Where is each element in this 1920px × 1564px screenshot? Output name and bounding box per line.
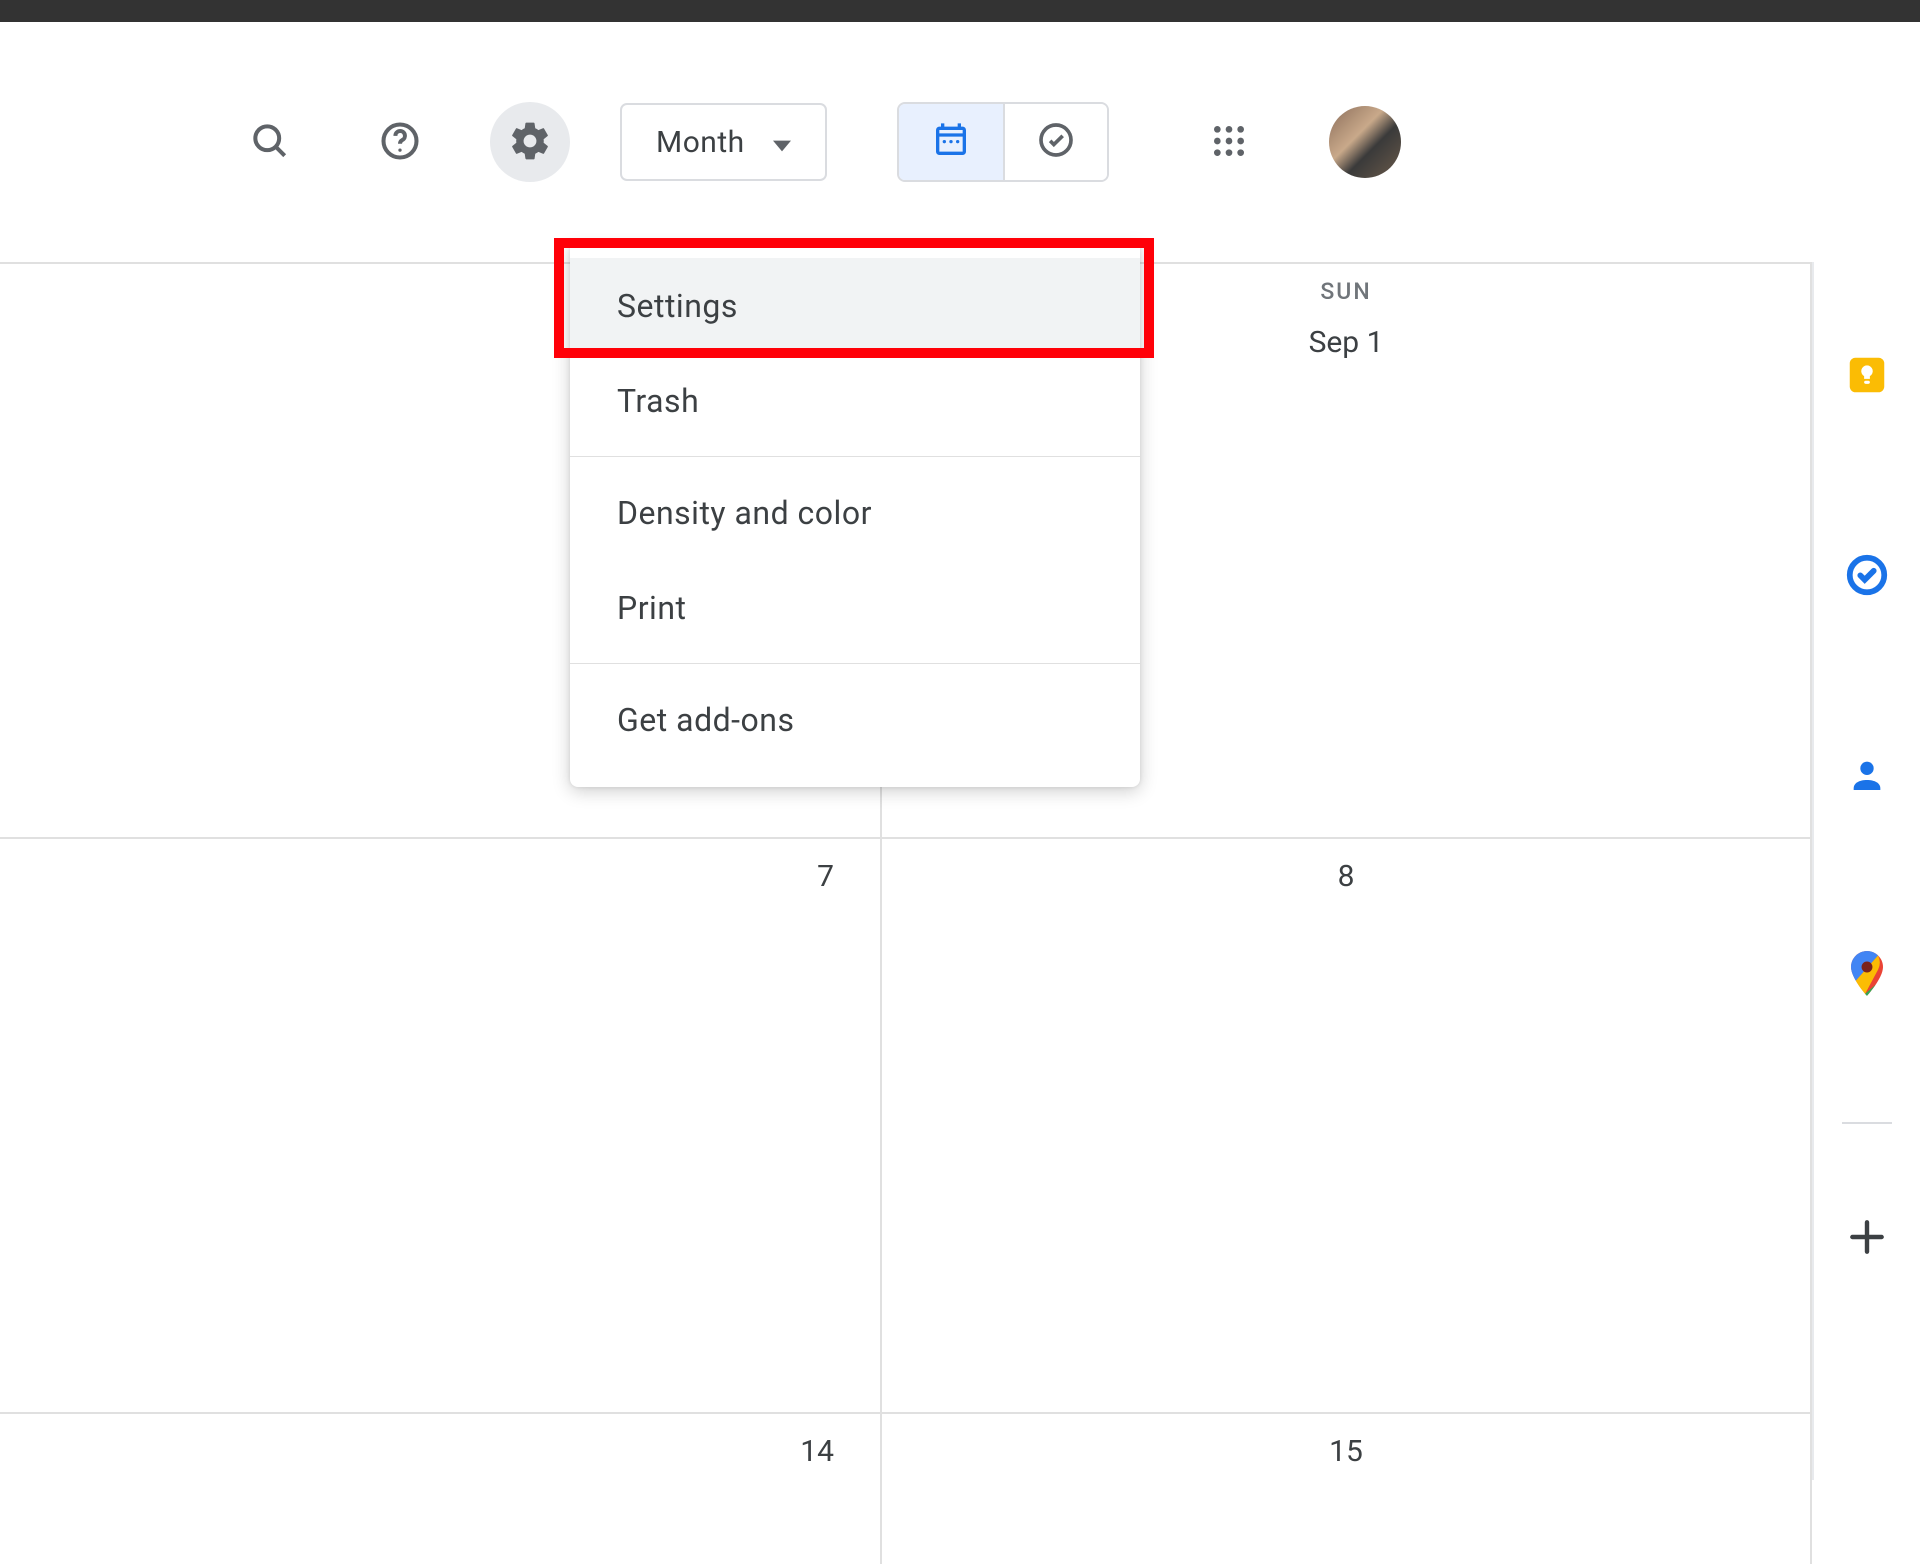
help-icon [378,119,422,166]
calendar-week-row: 7 8 [0,839,1812,1414]
menu-item-print[interactable]: Print [570,560,1140,655]
tasks-view-toggle[interactable] [1003,104,1107,180]
side-panel [1812,262,1920,1480]
app-toolbar: Month [0,22,1920,262]
chevron-down-icon [773,125,791,160]
google-apps-button[interactable] [1189,102,1269,182]
search-button[interactable] [230,102,310,182]
calendar-week-row: 14 15 [0,1414,1812,1564]
gear-icon [508,119,552,166]
view-toggle-group [897,102,1109,182]
menu-item-density-color[interactable]: Density and color [570,465,1140,560]
menu-item-trash[interactable]: Trash [570,353,1140,448]
task-checkmark-icon [1036,120,1076,164]
calendar-cell[interactable]: 7 [0,839,882,1412]
day-header: SUN [1320,278,1371,305]
keep-app-button[interactable] [1842,352,1892,402]
tasks-icon [1844,552,1890,602]
day-date: 15 [1329,1434,1363,1469]
menu-divider [570,456,1140,457]
help-button[interactable] [360,102,440,182]
menu-item-label: Print [617,589,686,627]
day-date: 14 [800,1434,834,1469]
keep-icon [1844,352,1890,402]
maps-app-button[interactable] [1842,952,1892,1002]
browser-chrome-bar [0,0,1920,22]
calendar-view-toggle[interactable] [899,104,1003,180]
menu-item-label: Density and color [617,494,872,532]
view-select-label: Month [656,125,745,160]
settings-dropdown-menu: Settings Trash Density and color Print G… [570,244,1140,787]
plus-icon [1845,1215,1889,1263]
menu-item-settings[interactable]: Settings [570,258,1140,353]
menu-item-label: Settings [617,287,738,325]
calendar-icon [931,120,971,164]
view-select-dropdown[interactable]: Month [620,103,827,181]
day-date: Sep 1 [1309,325,1384,360]
settings-gear-button[interactable] [490,102,570,182]
menu-divider [570,663,1140,664]
menu-item-get-addons[interactable]: Get add-ons [570,672,1140,767]
day-date: 7 [817,859,834,894]
add-addon-button[interactable] [1842,1214,1892,1264]
day-date: 8 [1338,859,1355,894]
tasks-app-button[interactable] [1842,552,1892,602]
calendar-cell[interactable]: 15 [882,1414,1812,1564]
calendar-cell[interactable]: 8 [882,839,1812,1412]
apps-grid-icon [1209,121,1249,164]
maps-pin-icon [1847,951,1887,1003]
contacts-icon [1847,755,1887,799]
account-avatar[interactable] [1329,106,1401,178]
menu-item-label: Get add-ons [617,701,794,739]
contacts-app-button[interactable] [1842,752,1892,802]
side-panel-divider [1842,1122,1892,1124]
search-icon [248,119,292,166]
menu-item-label: Trash [617,382,699,420]
calendar-cell[interactable]: 14 [0,1414,882,1564]
